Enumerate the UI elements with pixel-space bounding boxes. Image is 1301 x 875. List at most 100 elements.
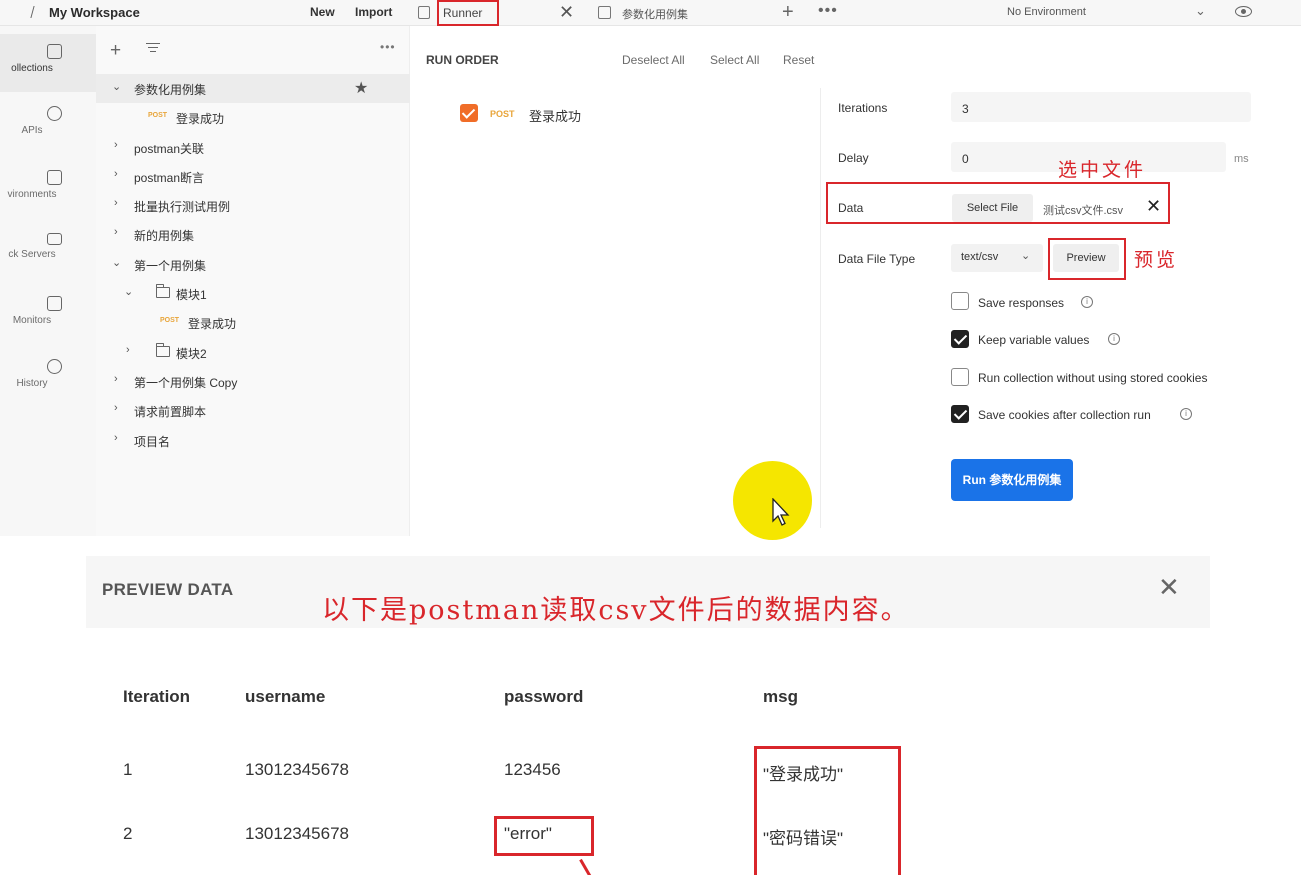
tree-item-collection[interactable]: ⌄ 第一个用例集 (96, 250, 410, 279)
tree-item-label: 请求前置脚本 (134, 405, 207, 420)
run-collection-button[interactable]: Run 参数化用例集 (951, 459, 1073, 501)
more-tabs-icon[interactable]: ••• (818, 2, 838, 20)
tree-item-request[interactable]: POST 登录成功 (96, 308, 410, 337)
rail-item-mock-servers[interactable]: ck Servers (0, 233, 96, 273)
close-preview-icon[interactable]: ✕ (1158, 572, 1180, 603)
sidebar-toolbar: + ••• (96, 26, 410, 72)
history-icon (46, 359, 62, 374)
info-icon[interactable]: i (1180, 408, 1192, 420)
info-icon[interactable]: i (1081, 296, 1093, 308)
rail-item-history[interactable]: History (0, 359, 96, 399)
tree-item-request[interactable]: POST 登录成功 (96, 103, 410, 132)
rail-item-environments[interactable]: vironments (0, 170, 96, 210)
more-options-icon[interactable]: ••• (380, 40, 396, 54)
chevron-right-icon[interactable]: › (114, 226, 118, 238)
save-cookies-checkbox[interactable] (951, 405, 969, 423)
method-badge: POST (148, 112, 168, 120)
chevron-down-icon[interactable]: ⌄ (124, 285, 133, 298)
preview-data-title: PREVIEW DATA (102, 580, 234, 599)
tree-item-folder[interactable]: ⌄ 模块1 (96, 279, 410, 308)
chevron-down-icon[interactable]: ⌄ (1195, 3, 1206, 19)
reset-link[interactable]: Reset (783, 53, 814, 67)
environments-icon (46, 170, 62, 185)
table-cell: 123456 (504, 760, 561, 779)
chevron-down-icon[interactable]: ⌄ (112, 80, 121, 93)
preview-button[interactable]: Preview (1053, 244, 1119, 272)
workspace-icon (30, 6, 44, 18)
chevron-right-icon[interactable]: › (114, 373, 118, 385)
chevron-down-icon[interactable]: ⌄ (112, 256, 121, 269)
divider (820, 88, 821, 528)
chevron-down-icon: ⌄ (1021, 250, 1031, 262)
no-stored-cookies-label: Run collection without using stored cook… (978, 371, 1208, 385)
tree-item-collection[interactable]: › postman断言 (96, 162, 410, 191)
select-file-button[interactable]: Select File (952, 194, 1033, 222)
request-checkbox[interactable] (460, 104, 478, 122)
data-label: Data (838, 201, 864, 215)
left-rail: ollections APIs vironments ck Servers Mo… (0, 26, 96, 536)
table-cell: 13012345678 (245, 760, 350, 779)
iterations-input[interactable] (951, 92, 1251, 122)
tree-item-collection[interactable]: ⌄ 参数化用例集 ★ (96, 74, 410, 104)
tree-item-collection[interactable]: › 批量执行测试用例 (96, 191, 410, 220)
rail-label: ollections (11, 63, 53, 74)
tree-item-label: 登录成功 (188, 317, 237, 332)
new-tab-plus-icon[interactable]: + (782, 1, 794, 24)
collection-tab-icon (598, 6, 611, 19)
preview-annotation: 预览 (1134, 249, 1179, 271)
tree-item-label: 新的用例集 (134, 229, 195, 244)
workspace-title[interactable]: My Workspace (49, 5, 140, 20)
preview-data-annotation: 以下是postman读取csv文件后的数据内容。 (322, 595, 910, 626)
rail-label: Monitors (12, 315, 52, 326)
save-cookies-label: Save cookies after collection run (978, 408, 1151, 422)
save-responses-label: Save responses (978, 296, 1065, 310)
rail-label: vironments (7, 189, 57, 200)
iterations-label: Iterations (838, 101, 888, 115)
keep-variable-values-checkbox[interactable] (951, 330, 969, 348)
no-stored-cookies-checkbox[interactable] (951, 368, 969, 386)
tree-item-folder[interactable]: › 模块2 (96, 338, 410, 367)
deselect-all-link[interactable]: Deselect All (622, 53, 685, 67)
monitors-icon (46, 296, 62, 311)
data-file-type-select[interactable]: text/csv ⌄ (951, 244, 1043, 272)
eye-icon[interactable] (1235, 6, 1252, 17)
chevron-right-icon[interactable]: › (114, 432, 118, 444)
run-order-heading: RUN ORDER (426, 53, 499, 67)
filter-icon[interactable] (146, 43, 160, 55)
tree-item-label: 登录成功 (176, 112, 225, 127)
info-icon[interactable]: i (1108, 333, 1120, 345)
chevron-right-icon[interactable]: › (114, 139, 118, 151)
tree-item-collection[interactable]: › postman关联 (96, 133, 410, 162)
environment-select[interactable]: No Environment (1007, 6, 1086, 18)
column-header-iteration: Iteration (123, 687, 191, 706)
tab-runner[interactable]: Runner ✕ (408, 0, 581, 26)
selected-file-name: 测试csv文件.csv (1043, 205, 1124, 217)
table-cell: 1 (123, 760, 133, 779)
star-icon[interactable]: ★ (354, 78, 368, 98)
tree-item-collection[interactable]: › 项目名 (96, 426, 410, 455)
keep-variable-values-label: Keep variable values (978, 333, 1090, 347)
clear-file-icon[interactable]: ✕ (1146, 196, 1161, 217)
tree-item-label: 项目名 (134, 434, 171, 449)
chevron-right-icon[interactable]: › (114, 168, 118, 180)
delay-value: 0 (962, 152, 969, 166)
tree-item-collection[interactable]: › 第一个用例集 Copy (96, 367, 410, 396)
mouse-pointer-icon (772, 498, 790, 526)
rail-label: APIs (21, 125, 43, 136)
rail-item-collections[interactable]: ollections (0, 34, 96, 92)
rail-item-apis[interactable]: APIs (0, 106, 96, 146)
select-all-link[interactable]: Select All (710, 53, 759, 67)
chevron-right-icon[interactable]: › (126, 344, 130, 356)
delay-label: Delay (838, 151, 869, 165)
new-button[interactable]: New (310, 5, 335, 19)
tree-item-collection[interactable]: › 新的用例集 (96, 220, 410, 249)
rail-item-monitors[interactable]: Monitors (0, 296, 96, 336)
tree-item-collection[interactable]: › 请求前置脚本 (96, 396, 410, 425)
chevron-right-icon[interactable]: › (114, 197, 118, 209)
chevron-right-icon[interactable]: › (114, 402, 118, 414)
add-collection-plus-icon[interactable]: + (110, 40, 121, 62)
import-button[interactable]: Import (355, 5, 392, 19)
request-method-badge: POST (490, 109, 515, 119)
save-responses-checkbox[interactable] (951, 292, 969, 310)
close-tab-icon[interactable]: ✕ (559, 2, 574, 23)
